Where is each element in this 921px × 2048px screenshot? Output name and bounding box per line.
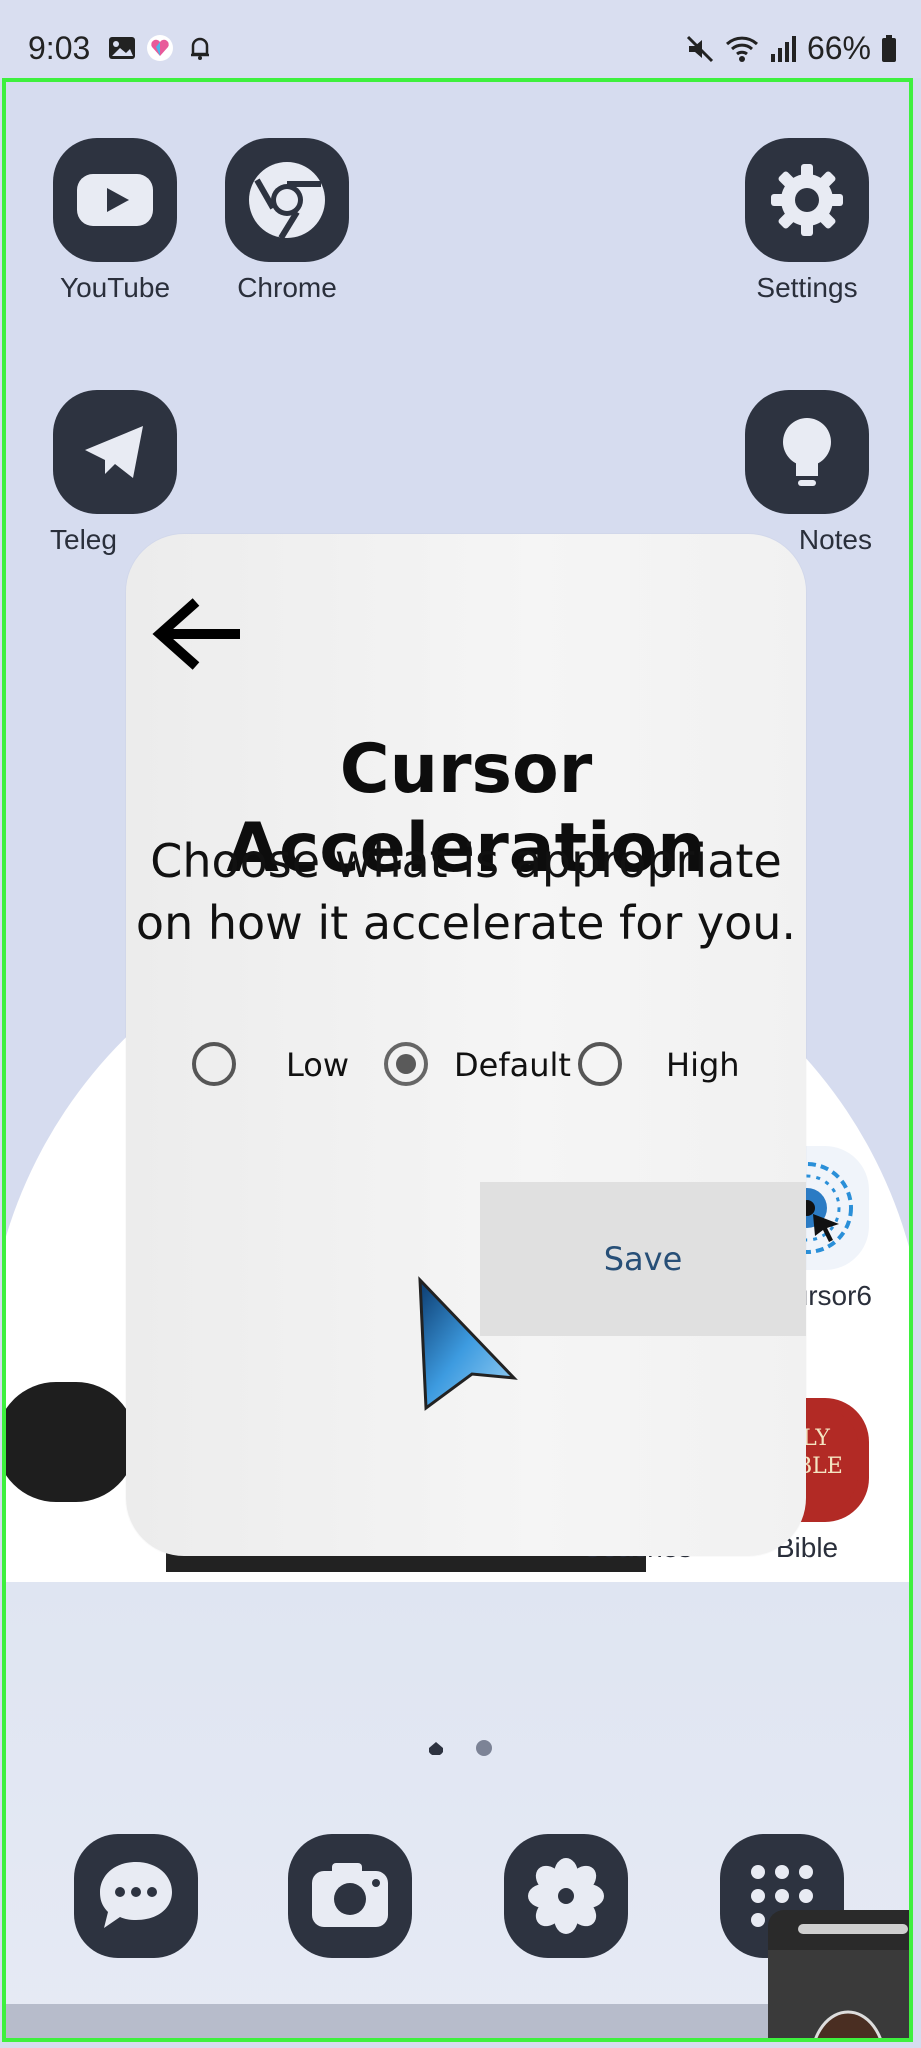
status-time: 9:03 (28, 30, 91, 66)
status-bar: 9:03 66% (0, 0, 921, 78)
signal-icon (770, 35, 796, 62)
status-right: 66% (685, 30, 897, 67)
bell-icon (191, 37, 209, 60)
screen-highlight-frame (2, 78, 913, 2042)
mute-icon (686, 35, 714, 62)
battery-percent: 66% (806, 30, 871, 66)
heart-app-icon (147, 35, 173, 61)
wifi-icon (725, 36, 758, 62)
image-icon (109, 37, 135, 59)
battery-icon (882, 34, 896, 62)
